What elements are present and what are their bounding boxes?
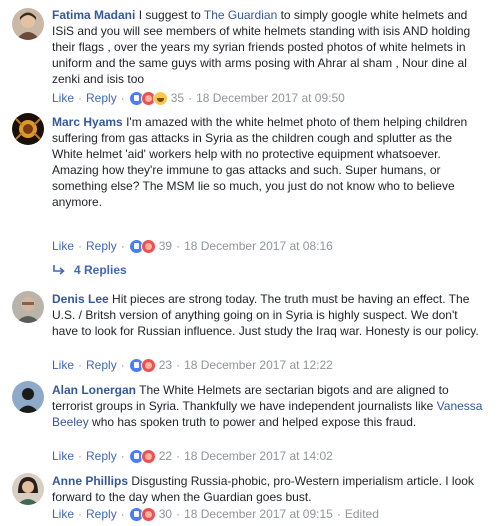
separator-dot: · xyxy=(120,239,125,253)
reply-button[interactable]: Reply xyxy=(86,239,117,253)
reaction-count[interactable]: 22 xyxy=(159,449,172,463)
comment-actions: Like · Reply · 30 · 18 December 2017 at … xyxy=(52,506,379,522)
comment-body: Anne Phillips Disgusting Russia-phobic, … xyxy=(52,473,484,505)
separator-dot: · xyxy=(176,239,181,253)
author-name[interactable]: Alan Lonergan xyxy=(52,383,136,397)
timestamp[interactable]: 18 December 2017 at 12:22 xyxy=(184,358,333,372)
separator-dot: · xyxy=(78,239,83,253)
angry-icon xyxy=(140,238,156,254)
timestamp[interactable]: 18 December 2017 at 09:15 xyxy=(184,507,333,521)
comment-actions: Like · Reply · 35 · 18 December 2017 at … xyxy=(52,90,345,106)
separator-dot: · xyxy=(78,358,83,372)
comment-body: Alan Lonergan The White Helmets are sect… xyxy=(52,382,484,430)
like-button[interactable]: Like xyxy=(52,91,74,105)
timestamp[interactable]: 18 December 2017 at 09:50 xyxy=(196,91,345,105)
comment-actions: Like · Reply · 22 · 18 December 2017 at … xyxy=(52,448,333,464)
author-name[interactable]: Marc Hyams xyxy=(52,115,123,129)
replies-label[interactable]: 4 Replies xyxy=(74,263,127,277)
angry-icon xyxy=(140,357,156,373)
reply-button[interactable]: Reply xyxy=(86,358,117,372)
separator-dot: · xyxy=(336,507,341,521)
reactions[interactable] xyxy=(128,448,156,464)
reaction-count[interactable]: 23 xyxy=(159,358,172,372)
like-button[interactable]: Like xyxy=(52,507,74,521)
comment-body: Fatima Madani I suggest to The Guardian … xyxy=(52,7,484,87)
avatar[interactable] xyxy=(12,381,44,413)
reply-button[interactable]: Reply xyxy=(86,91,117,105)
view-replies-link[interactable]: 4 Replies xyxy=(52,263,127,277)
comment-actions: Like · Reply · 39 · 18 December 2017 at … xyxy=(52,238,333,254)
author-name[interactable]: Fatima Madani xyxy=(52,8,135,22)
author-name[interactable]: Anne Phillips xyxy=(52,474,128,488)
author-name[interactable]: Denis Lee xyxy=(52,292,109,306)
reactions[interactable] xyxy=(128,506,156,522)
reactions[interactable] xyxy=(128,90,168,106)
reactions[interactable] xyxy=(128,238,156,254)
separator-dot: · xyxy=(120,507,125,521)
reply-button[interactable]: Reply xyxy=(86,449,117,463)
comments-feed: Fatima Madani I suggest to The Guardian … xyxy=(0,0,498,526)
reaction-count[interactable]: 30 xyxy=(159,507,172,521)
separator-dot: · xyxy=(176,358,181,372)
comment-actions: Like · Reply · 23 · 18 December 2017 at … xyxy=(52,357,333,373)
separator-dot: · xyxy=(176,507,181,521)
timestamp[interactable]: 18 December 2017 at 08:16 xyxy=(184,239,333,253)
avatar[interactable] xyxy=(12,8,44,40)
separator-dot: · xyxy=(120,449,125,463)
edited-label[interactable]: Edited xyxy=(345,507,379,521)
separator-dot: · xyxy=(188,91,193,105)
avatar[interactable] xyxy=(12,113,44,145)
like-button[interactable]: Like xyxy=(52,449,74,463)
comment-text: Hit pieces are strong today. The truth m… xyxy=(52,292,479,338)
reply-button[interactable]: Reply xyxy=(86,507,117,521)
separator-dot: · xyxy=(120,91,125,105)
reactions[interactable] xyxy=(128,357,156,373)
separator-dot: · xyxy=(78,449,83,463)
reaction-count[interactable]: 39 xyxy=(159,239,172,253)
angry-icon xyxy=(140,448,156,464)
like-button[interactable]: Like xyxy=(52,358,74,372)
comment-body: Marc Hyams I'm amazed with the white hel… xyxy=(52,114,484,210)
timestamp[interactable]: 18 December 2017 at 14:02 xyxy=(184,449,333,463)
comment-body: Denis Lee Hit pieces are strong today. T… xyxy=(52,291,484,339)
separator-dot: · xyxy=(78,91,83,105)
separator-dot: · xyxy=(176,449,181,463)
comment-text: I'm amazed with the white helmet photo o… xyxy=(52,115,468,209)
avatar[interactable] xyxy=(12,473,44,505)
haha-icon xyxy=(152,90,168,106)
separator-dot: · xyxy=(120,358,125,372)
mention-link[interactable]: The Guardian xyxy=(204,8,277,22)
reaction-count[interactable]: 35 xyxy=(171,91,184,105)
reply-arrow-icon xyxy=(53,265,65,275)
comment-text: I suggest to xyxy=(138,8,204,22)
like-button[interactable]: Like xyxy=(52,239,74,253)
comment-text-cont: who has spoken truth to power and helped… xyxy=(88,415,417,429)
angry-icon xyxy=(140,506,156,522)
avatar[interactable] xyxy=(12,291,44,323)
separator-dot: · xyxy=(78,507,83,521)
